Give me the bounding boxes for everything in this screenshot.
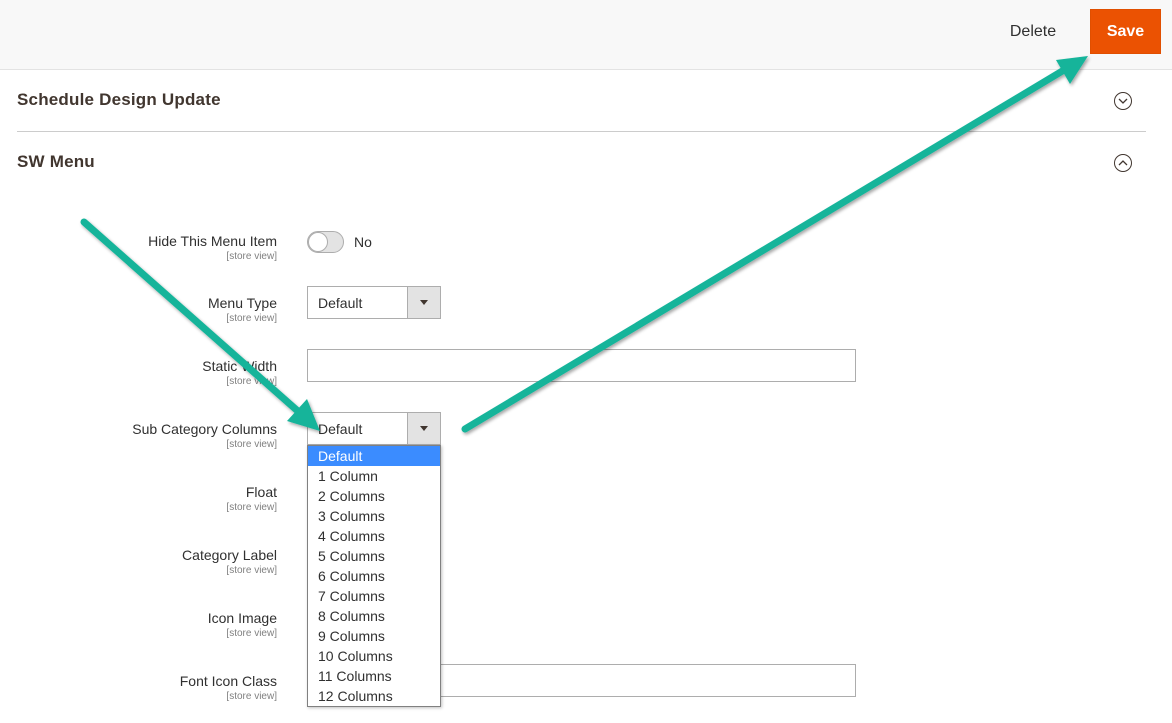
dropdown-option[interactable]: 3 Columns [308,506,440,526]
dropdown-option[interactable]: 10 Columns [308,646,440,666]
scope-note: [store view] [226,439,277,450]
dropdown-option[interactable]: 1 Column [308,466,440,486]
dropdown-arrow-icon[interactable] [407,413,440,444]
dropdown-option[interactable]: 11 Columns [308,666,440,686]
toggle-knob [308,232,328,252]
sub-category-columns-options[interactable]: Default 1 Column 2 Columns 3 Columns 4 Colum… [307,445,441,707]
dropdown-option[interactable]: Default [308,446,440,466]
static-width-input[interactable] [307,349,856,382]
section-schedule-design-update[interactable]: Schedule Design Update [17,70,1146,132]
scope-note: [store view] [226,691,277,702]
scope-note: [store view] [226,313,277,324]
section-sw-menu[interactable]: SW Menu [17,132,1146,194]
hide-menu-item-label: Hide This Menu Item [148,233,277,249]
annotation-arrow [80,218,320,431]
sub-category-columns-select[interactable]: Default [307,412,441,445]
dropdown-option[interactable]: 12 Columns [308,686,440,706]
save-button[interactable]: Save [1090,9,1161,54]
scope-note: [store view] [226,502,277,513]
chevron-down-circle-icon[interactable] [1114,92,1132,110]
float-label: Float [245,484,277,500]
section-title: SW Menu [17,152,95,171]
scope-note: [store view] [226,628,277,639]
scope-note: [store view] [226,251,277,262]
font-icon-class-label: Font Icon Class [179,673,277,689]
select-value: Default [318,295,363,311]
dropdown-option[interactable]: 6 Columns [308,566,440,586]
select-value: Default [318,421,363,437]
dropdown-option[interactable]: 5 Columns [308,546,440,566]
category-label-label: Category Label [182,547,277,563]
dropdown-option[interactable]: 7 Columns [308,586,440,606]
section-title: Schedule Design Update [17,90,221,109]
dropdown-option[interactable]: 4 Columns [308,526,440,546]
chevron-up-circle-icon[interactable] [1114,154,1132,172]
icon-image-label: Icon Image [207,610,277,626]
static-width-label: Static Width [202,358,277,374]
hide-menu-item-toggle[interactable] [307,231,344,253]
scope-note: [store view] [226,376,277,387]
dropdown-arrow-icon[interactable] [407,287,440,318]
menu-type-label: Menu Type [207,295,277,311]
delete-button[interactable]: Delete [995,16,1071,48]
dropdown-option[interactable]: 8 Columns [308,606,440,626]
scope-note: [store view] [226,565,277,576]
dropdown-option[interactable]: 9 Columns [308,626,440,646]
menu-type-select[interactable]: Default [307,286,441,319]
dropdown-option[interactable]: 2 Columns [308,486,440,506]
page-actions-bar: Delete Save [0,0,1172,70]
toggle-value-label: No [354,234,372,250]
sub-category-columns-label: Sub Category Columns [132,421,277,437]
